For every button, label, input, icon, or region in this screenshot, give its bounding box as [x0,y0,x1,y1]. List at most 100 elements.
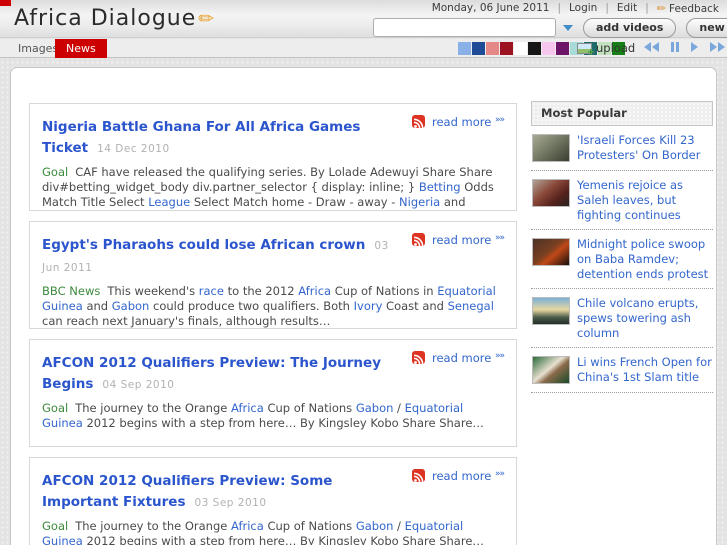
popular-item: Midnight police swoop on Baba Ramdev; de… [531,230,713,289]
readmore-group: read more »» [411,115,505,129]
body-text: The journey to the Orange [75,401,231,415]
popular-item: 'Israeli Forces Kill 23 Protesters' On B… [531,126,713,171]
search-dropdown-icon[interactable] [563,24,573,31]
body-link[interactable]: race [199,284,224,298]
body-link[interactable]: Betting [419,180,461,194]
article-date: 04 Sep 2010 [102,379,175,391]
body-text: Select Match home - Draw - away - [190,195,400,209]
color-swatch[interactable] [472,42,485,55]
popular-item-link[interactable]: Midnight police swoop on Baba Ramdev; de… [577,237,708,281]
article-body: Goal The journey to the Orange Africa Cup… [42,519,504,545]
edit-link[interactable]: Edit [617,2,637,14]
feedback-link[interactable]: ✏ Feedback [657,2,719,15]
add-videos-button[interactable]: add videos [583,17,677,38]
body-text: rivalry as both teams square off in [219,210,424,211]
color-swatch[interactable] [542,42,555,55]
news-thumbnail[interactable] [532,134,570,162]
article-title-link[interactable]: Egypt's Pharaohs could lose African crow… [42,237,365,253]
most-popular-panel: Most Popular 'Israeli Forces Kill 23 Pro… [531,101,713,393]
edit-pencil-icon[interactable]: ✏ [198,8,215,30]
rss-icon[interactable] [411,469,425,483]
arrows-icon: »» [494,469,505,479]
main-container: read more »» Nigeria Battle Ghana For Al… [10,67,717,545]
body-link[interactable]: Africa [298,284,331,298]
pencil-icon: ✏ [656,1,666,15]
body-link[interactable]: League [148,195,190,209]
upload-image-icon [577,42,595,58]
separator: | [557,2,561,14]
color-swatch[interactable] [486,42,499,55]
read-more-link[interactable]: read more »» [432,351,505,365]
article-snippet: CAF have released the qualifying series.… [42,165,500,211]
rss-icon[interactable] [411,351,425,365]
new-page-button[interactable]: new page [686,17,727,38]
news-thumbnail[interactable] [532,297,570,325]
tab-news[interactable]: News [55,39,107,58]
color-swatch[interactable] [500,42,513,55]
upload-label: upload [596,41,636,55]
article-card: read more »» AFCON 2012 Qualifiers Previ… [29,457,517,545]
body-link[interactable]: Africa [231,519,264,533]
body-link[interactable]: Gabon [356,519,394,533]
body-text: / [393,519,405,533]
popular-item-link[interactable]: Chile volcano erupts, spews towering ash… [577,296,698,340]
body-link[interactable]: Africa [231,401,264,415]
color-swatch[interactable] [514,42,527,55]
upload-button[interactable]: upload [577,41,636,58]
body-link[interactable]: Ivory [354,299,383,313]
read-more-link[interactable]: read more »» [432,233,505,247]
body-text: 2012 begins with a step from here… By Ki… [82,416,484,430]
article-snippet: This weekend's race to the 2012 Africa C… [42,284,496,328]
body-text: Cup of Nations in [331,284,438,298]
readmore-group: read more »» [411,469,505,483]
news-thumbnail[interactable] [532,238,570,266]
read-more-link[interactable]: read more »» [432,115,505,129]
play-icon[interactable] [691,42,698,52]
search-input[interactable] [373,18,556,37]
article-title-link[interactable]: AFCON 2012 Qualifiers Preview: Some Impo… [42,473,332,510]
read-more-link[interactable]: read more »» [432,469,505,483]
article-body: BBC News This weekend's race to the 2012 … [42,284,504,328]
body-text: and [440,195,466,209]
article-title-link[interactable]: Nigeria Battle Ghana For All Africa Game… [42,119,360,156]
color-swatch[interactable] [528,42,541,55]
body-link[interactable]: football [175,210,218,211]
body-link[interactable]: Gabon [112,299,150,313]
color-swatch[interactable] [556,42,569,55]
popular-item: Li wins French Open for China's 1st Slam… [531,348,713,393]
article-source[interactable]: Goal [42,401,68,415]
article-body: Goal The journey to the Orange Africa Cup… [42,401,504,431]
article-source[interactable]: Goal [42,165,68,179]
body-link[interactable]: search [424,210,462,211]
body-link[interactable]: Ghana [42,210,80,211]
article-snippet: The journey to the Orange Africa Cup of … [42,401,484,430]
topbar-meta: Monday, 06 June 2011 | Login | Edit | ✏ F… [432,1,719,15]
color-swatch[interactable] [458,42,471,55]
fast-forward-icon[interactable] [710,42,725,52]
search-row: add videos new page [373,17,727,38]
body-text: Cup of Nations [263,519,356,533]
article-snippet: The journey to the Orange Africa Cup of … [42,519,484,545]
header-band: Africa Dialogue ✏ Monday, 06 June 2011 | … [0,0,727,38]
body-text: can reach next January's finals, althoug… [42,314,331,328]
popular-item-link[interactable]: 'Israeli Forces Kill 23 Protesters' On B… [577,133,701,162]
article-title-link[interactable]: AFCON 2012 Qualifiers Preview: The Journ… [42,355,381,392]
rewind-icon[interactable] [644,42,659,52]
body-link[interactable]: Nigeria [399,195,440,209]
body-link[interactable]: Senegal [448,299,494,313]
news-thumbnail[interactable] [532,356,570,384]
news-thumbnail[interactable] [532,179,570,207]
body-text: / [393,401,405,415]
pause-icon[interactable] [671,42,679,52]
article-body: Goal CAF have released the qualifying ser… [42,165,504,211]
article-source[interactable]: Goal [42,519,68,533]
popular-item-link[interactable]: Li wins French Open for China's 1st Slam… [577,355,712,384]
rss-icon[interactable] [411,233,425,247]
body-text: to the 2012 [223,284,299,298]
rss-icon[interactable] [411,115,425,129]
separator: | [605,2,609,14]
popular-item-link[interactable]: Yemenis rejoice as Saleh leaves, but fig… [577,178,683,222]
login-link[interactable]: Login [569,2,597,14]
body-link[interactable]: Gabon [356,401,394,415]
article-source[interactable]: BBC News [42,284,100,298]
